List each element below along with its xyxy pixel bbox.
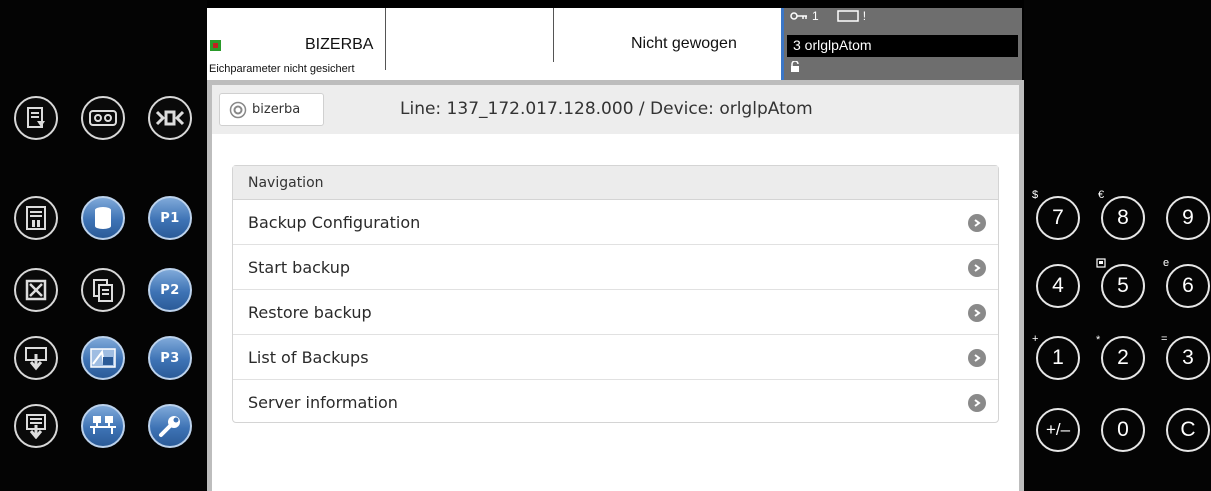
unlock-icon <box>791 61 799 72</box>
nav-item-backup-configuration[interactable]: Backup Configuration <box>233 200 998 245</box>
box-sublabel-icon <box>1096 258 1106 268</box>
device-name: 3 orlglpAtom <box>787 35 1018 57</box>
chevron-right-icon <box>968 214 986 232</box>
barcode-icon[interactable] <box>148 96 192 140</box>
cassette-icon[interactable] <box>81 96 125 140</box>
e-sublabel: e <box>1163 257 1170 269</box>
nav-item-restore-backup[interactable]: Restore backup <box>233 290 998 335</box>
equals-sublabel: = <box>1161 333 1168 345</box>
p3-key[interactable]: P3 <box>148 336 192 380</box>
key-3[interactable]: 3 <box>1166 336 1210 380</box>
euro-sublabel: € <box>1098 189 1105 201</box>
navigation-panel: Navigation Backup Configuration Start ba… <box>232 165 999 423</box>
key-9[interactable]: 9 <box>1166 196 1210 240</box>
softkey-panel: P1 P2 P3 <box>0 0 207 491</box>
weigh-status: Nicht gewogen <box>631 35 737 52</box>
download-icon[interactable] <box>14 336 58 380</box>
key-clear[interactable]: C <box>1166 408 1210 452</box>
chevron-right-icon <box>968 394 986 412</box>
nav-item-start-backup[interactable]: Start backup <box>233 245 998 290</box>
status-panel: 1 ! 3 orlglpAtom <box>781 8 1022 80</box>
key-icon <box>790 12 807 20</box>
key-1[interactable]: 1 <box>1036 336 1080 380</box>
key-0[interactable]: 0 <box>1101 408 1145 452</box>
scale-display-icon[interactable] <box>81 336 125 380</box>
key-5[interactable]: 5 <box>1101 264 1145 308</box>
key-7[interactable]: 7 <box>1036 196 1080 240</box>
line-device-info: Line: 137_172.017.128.000 / Device: orlg… <box>400 99 813 119</box>
database-icon[interactable] <box>81 196 125 240</box>
wrench-icon[interactable] <box>148 404 192 448</box>
header-divider <box>385 8 386 70</box>
p1-label: P1 <box>160 210 180 226</box>
scale-header: BIZERBA Eichparameter nicht gesichert Ni… <box>207 8 781 80</box>
plus-sublabel: + <box>1032 333 1039 345</box>
key-2[interactable]: 2 <box>1101 336 1145 380</box>
key-6[interactable]: 6 <box>1166 264 1210 308</box>
web-view: bizerba Line: 137_172.017.128.000 / Devi… <box>212 85 1019 491</box>
calibration-message: Eichparameter nicht gesichert <box>209 63 355 75</box>
brand-name: BIZERBA <box>305 36 374 53</box>
p2-key[interactable]: P2 <box>148 268 192 312</box>
nav-item-server-information[interactable]: Server information <box>233 380 998 425</box>
nav-item-list-of-backups[interactable]: List of Backups <box>233 335 998 380</box>
display-icon <box>836 10 859 22</box>
network-icon[interactable] <box>81 404 125 448</box>
nav-item-label: List of Backups <box>248 347 369 367</box>
brand-logo-icon <box>210 40 221 51</box>
logo-text: bizerba <box>252 102 301 117</box>
star-sublabel: * <box>1096 334 1101 346</box>
bizerba-home-button[interactable]: bizerba <box>219 93 324 126</box>
alert-indicator: ! <box>862 9 867 23</box>
nav-item-label: Backup Configuration <box>248 212 421 232</box>
key-8[interactable]: 8 <box>1101 196 1145 240</box>
nav-item-label: Start backup <box>248 257 350 277</box>
header-divider <box>553 8 554 62</box>
p1-key[interactable]: P1 <box>148 196 192 240</box>
p2-label: P2 <box>160 282 180 298</box>
p3-label: P3 <box>160 350 180 366</box>
cancel-box-icon[interactable] <box>14 268 58 312</box>
nav-item-label: Server information <box>248 393 398 412</box>
key-plus-minus[interactable]: +/– <box>1036 408 1080 452</box>
document-icon[interactable] <box>14 96 58 140</box>
web-topbar: bizerba Line: 137_172.017.128.000 / Devi… <box>212 85 1019 134</box>
dollar-sublabel: $ <box>1032 189 1039 201</box>
chevron-right-icon <box>968 259 986 277</box>
chevron-right-icon <box>968 304 986 322</box>
navigation-header: Navigation <box>233 166 998 200</box>
key-4[interactable]: 4 <box>1036 264 1080 308</box>
list-pause-icon[interactable] <box>14 196 58 240</box>
nav-item-label: Restore backup <box>248 302 372 322</box>
key-level: 1 <box>812 9 819 23</box>
gear-icon <box>229 101 247 118</box>
list-download-icon[interactable] <box>14 404 58 448</box>
status-indicators: 1 ! <box>790 9 866 23</box>
numeric-keypad: $ 7 € 8 9 4 5 e 6 + 1 * 2 = 3 +/– 0 C <box>1024 0 1211 491</box>
copy-file-icon[interactable] <box>81 268 125 312</box>
chevron-right-icon <box>968 349 986 367</box>
